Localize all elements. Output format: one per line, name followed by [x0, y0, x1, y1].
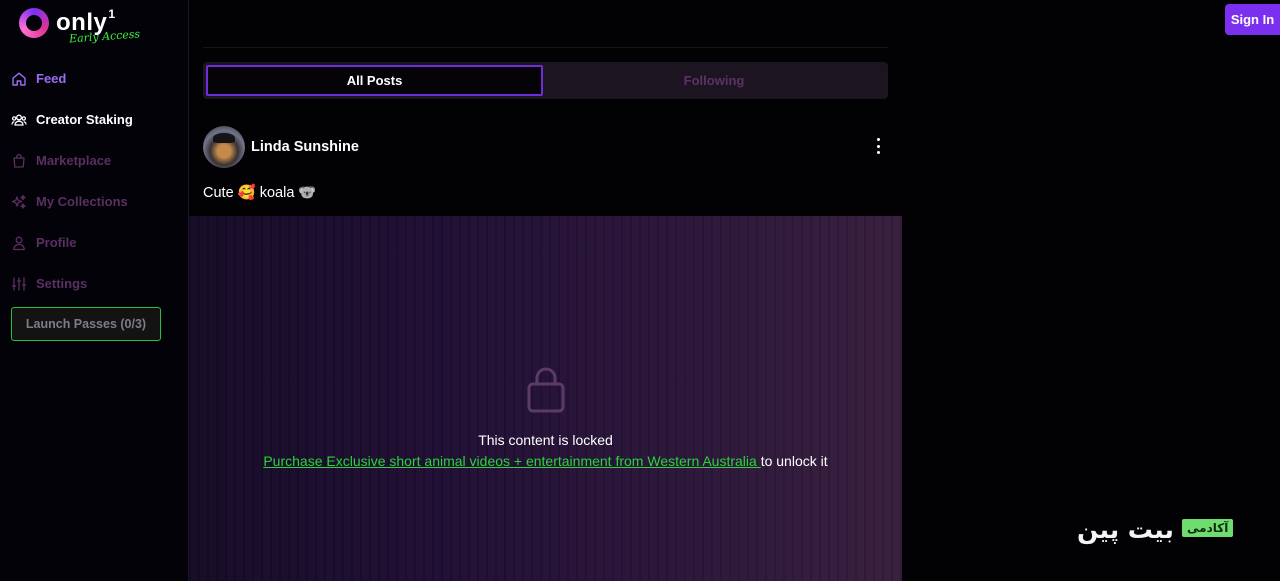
launch-passes-button[interactable]: Launch Passes (0/3)	[11, 307, 161, 341]
more-options-icon[interactable]	[871, 136, 885, 156]
sidebar: only1 Early Access Feed Creator Staking	[0, 0, 189, 581]
user-icon	[11, 235, 27, 251]
watermark-tag: آکادمی	[1182, 519, 1234, 537]
header-divider	[203, 47, 888, 48]
post-caption: Cute 🥰 koala 🐨	[203, 185, 317, 201]
sidebar-item-creator-staking[interactable]: Creator Staking	[11, 99, 181, 140]
home-icon	[11, 71, 27, 87]
post-author-name[interactable]: Linda Sunshine	[251, 139, 359, 155]
sidebar-item-label: Creator Staking	[36, 112, 133, 127]
purchase-link[interactable]: Purchase Exclusive short animal videos +…	[263, 453, 760, 469]
app-logo[interactable]: only1 Early Access	[19, 6, 149, 48]
sidebar-item-label: Profile	[36, 235, 77, 250]
sidebar-nav: Feed Creator Staking Marketplace My Coll…	[11, 58, 181, 304]
sidebar-item-label: Marketplace	[36, 153, 112, 168]
lock-icon	[527, 367, 565, 413]
sidebar-item-my-collections[interactable]: My Collections	[11, 181, 181, 222]
watermark-logo: بیت پین آکادمی	[1077, 515, 1247, 547]
sidebar-item-settings[interactable]: Settings	[11, 263, 181, 304]
sliders-icon	[11, 276, 27, 292]
logo-ring-icon	[19, 8, 49, 38]
shopping-bag-icon	[11, 153, 27, 169]
post-header: Linda Sunshine	[203, 126, 888, 168]
sidebar-item-marketplace[interactable]: Marketplace	[11, 140, 181, 181]
sidebar-item-label: Settings	[36, 276, 88, 291]
feed-tabs: All Posts Following	[203, 62, 888, 99]
users-icon	[11, 112, 27, 128]
locked-content-panel: This content is locked Purchase Exclusiv…	[189, 216, 902, 581]
sidebar-item-label: My Collections	[36, 194, 128, 209]
sidebar-item-feed[interactable]: Feed	[11, 58, 181, 99]
sidebar-item-profile[interactable]: Profile	[11, 222, 181, 263]
tab-all-posts[interactable]: All Posts	[206, 65, 543, 96]
sparkles-icon	[11, 194, 27, 210]
sign-in-button[interactable]: Sign In	[1225, 4, 1280, 35]
app-root: only1 Early Access Feed Creator Staking	[0, 0, 1280, 581]
unlock-suffix: to unlock it	[760, 453, 828, 469]
tab-following[interactable]: Following	[545, 65, 883, 96]
watermark-brand: بیت پین	[1077, 515, 1174, 544]
logo-superscript: 1	[108, 7, 116, 21]
unlock-instructions: Purchase Exclusive short animal videos +…	[189, 453, 902, 469]
avatar[interactable]	[203, 126, 245, 168]
sidebar-item-label: Feed	[36, 71, 67, 86]
locked-message: This content is locked	[478, 432, 613, 448]
